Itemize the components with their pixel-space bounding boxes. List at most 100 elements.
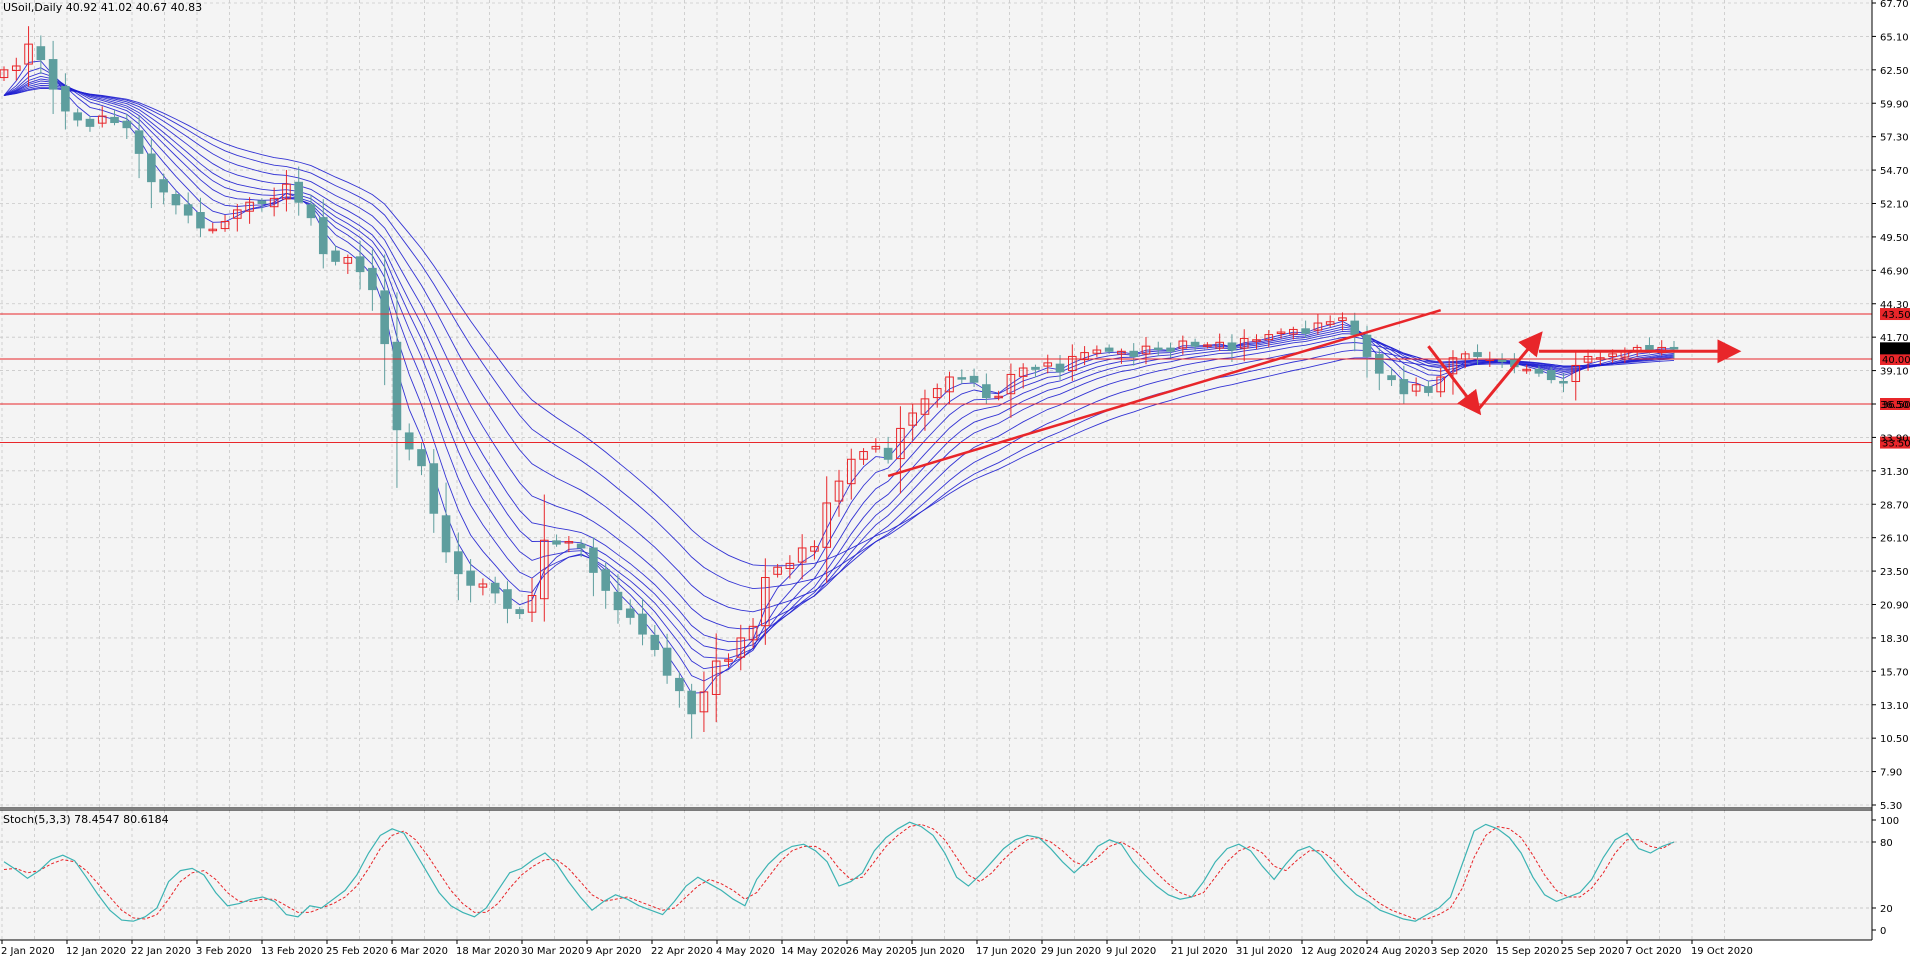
candle-body — [466, 570, 475, 586]
y-tick-label: 59.90 — [1880, 99, 1909, 110]
x-tick-label: 30 Mar 2020 — [521, 946, 584, 957]
x-tick-label: 14 May 2020 — [781, 946, 846, 957]
candle-body — [982, 384, 991, 399]
candle-body — [1190, 341, 1200, 347]
candle-body — [404, 432, 414, 450]
x-tick-label: 18 Mar 2020 — [456, 946, 519, 957]
candle-body — [687, 690, 696, 715]
x-tick-label: 22 Jan 2020 — [131, 946, 191, 957]
symbol-label: USoil,Daily — [3, 1, 63, 14]
x-tick-label: 12 Aug 2020 — [1301, 946, 1365, 957]
x-tick-label: 15 Sep 2020 — [1496, 946, 1559, 957]
candle-body — [1055, 363, 1065, 373]
candle-body — [1374, 354, 1384, 374]
candle-body — [1645, 345, 1654, 351]
candle-body — [122, 120, 132, 129]
y-tick-label: 41.70 — [1880, 333, 1909, 344]
y-tick-label: 54.70 — [1880, 166, 1909, 177]
y-tick-label: 39.10 — [1880, 367, 1909, 378]
stoch-y-tick-label: 0 — [1880, 926, 1886, 937]
candle-body — [1166, 347, 1175, 352]
x-tick-label: 9 Jul 2020 — [1106, 946, 1156, 957]
candle-body — [355, 256, 365, 273]
x-tick-label: 21 Jul 2020 — [1171, 946, 1228, 957]
candle-body — [134, 130, 144, 154]
candle-body — [490, 582, 500, 594]
candle-body — [613, 591, 623, 611]
y-tick-label: 52.10 — [1880, 200, 1909, 211]
y-tick-label: 46.90 — [1880, 266, 1909, 277]
candle-body — [675, 677, 684, 692]
candle-body — [380, 290, 389, 345]
y-tick-label: 20.90 — [1880, 601, 1909, 612]
candle-body — [85, 118, 95, 127]
y-tick-label: 31.30 — [1880, 467, 1909, 478]
candle-body — [61, 86, 70, 112]
candle-body — [1227, 342, 1237, 351]
candle-body — [1473, 352, 1482, 357]
candle-body — [417, 449, 426, 467]
y-tick-label: 57.30 — [1880, 133, 1909, 144]
stoch-y-tick-label: 100 — [1880, 816, 1899, 827]
ohlc-label: 40.92 41.02 40.67 40.83 — [65, 1, 203, 14]
candle-body — [110, 116, 119, 124]
candle-body — [429, 463, 439, 514]
x-tick-label: 24 Aug 2020 — [1366, 946, 1430, 957]
y-tick-label: 15.70 — [1880, 667, 1909, 678]
x-tick-label: 22 Apr 2020 — [651, 946, 713, 957]
x-tick-label: 5 Jun 2020 — [911, 946, 965, 957]
candle-body — [589, 547, 598, 573]
x-tick-label: 9 Apr 2020 — [586, 946, 641, 957]
candle-body — [36, 46, 46, 61]
x-tick-label: 3 Feb 2020 — [196, 946, 252, 957]
stoch-label: Stoch(5,3,3) 78.4547 80.6184 — [3, 813, 169, 826]
y-tick-label: 44.30 — [1880, 300, 1909, 311]
candle-body — [1497, 359, 1507, 363]
stoch-header: Stoch(5,3,3) 78.4547 80.6184 — [3, 813, 169, 826]
candle-body — [1534, 368, 1544, 374]
candle-body — [1669, 346, 1679, 350]
stoch-y-tick-label: 20 — [1880, 904, 1893, 915]
candle-body — [368, 267, 377, 291]
x-tick-label: 12 Jan 2020 — [66, 946, 126, 957]
x-tick-label: 25 Sep 2020 — [1561, 946, 1624, 957]
y-tick-label: 13.10 — [1880, 701, 1909, 712]
candle-body — [1387, 375, 1396, 381]
candle-body — [441, 515, 451, 553]
chart-canvas: 43.5040.0036.5033.5040.83 67.7065.1062.5… — [0, 0, 1911, 957]
candle-body — [1546, 370, 1556, 381]
candle-body — [147, 153, 156, 183]
candle-body — [1153, 347, 1163, 351]
candle-body — [1559, 381, 1568, 384]
y-tick-label: 65.10 — [1880, 32, 1909, 43]
x-tick-label: 13 Feb 2020 — [261, 946, 323, 957]
candle-body — [159, 179, 168, 193]
candle-body — [1104, 347, 1114, 352]
y-tick-label: 23.50 — [1880, 567, 1909, 578]
candle-body — [331, 250, 340, 262]
candle-body — [1362, 334, 1372, 357]
candle-body — [883, 447, 893, 460]
candle-body — [957, 377, 967, 380]
candle-body — [196, 211, 205, 229]
y-tick-label: 26.10 — [1880, 534, 1909, 545]
candle-body — [1399, 379, 1409, 395]
x-tick-label: 17 Jun 2020 — [976, 946, 1036, 957]
candle-body — [318, 217, 328, 255]
candle-body — [1301, 328, 1310, 334]
y-tick-label: 7.90 — [1880, 768, 1902, 779]
candle-body — [294, 181, 304, 203]
x-tick-label: 29 Jun 2020 — [1041, 946, 1101, 957]
candle-body — [392, 341, 402, 431]
candle-body — [48, 59, 58, 90]
current-price-label: 40.83 — [1882, 344, 1911, 355]
candle-body — [515, 609, 525, 614]
candle-body — [650, 634, 660, 650]
candle-body — [1350, 320, 1360, 336]
y-tick-label: 18.30 — [1880, 634, 1909, 645]
x-tick-label: 31 Jul 2020 — [1236, 946, 1293, 957]
candle-body — [662, 647, 672, 676]
candle-body — [454, 551, 463, 575]
y-tick-label: 28.70 — [1880, 500, 1909, 511]
candle-body — [601, 569, 610, 591]
